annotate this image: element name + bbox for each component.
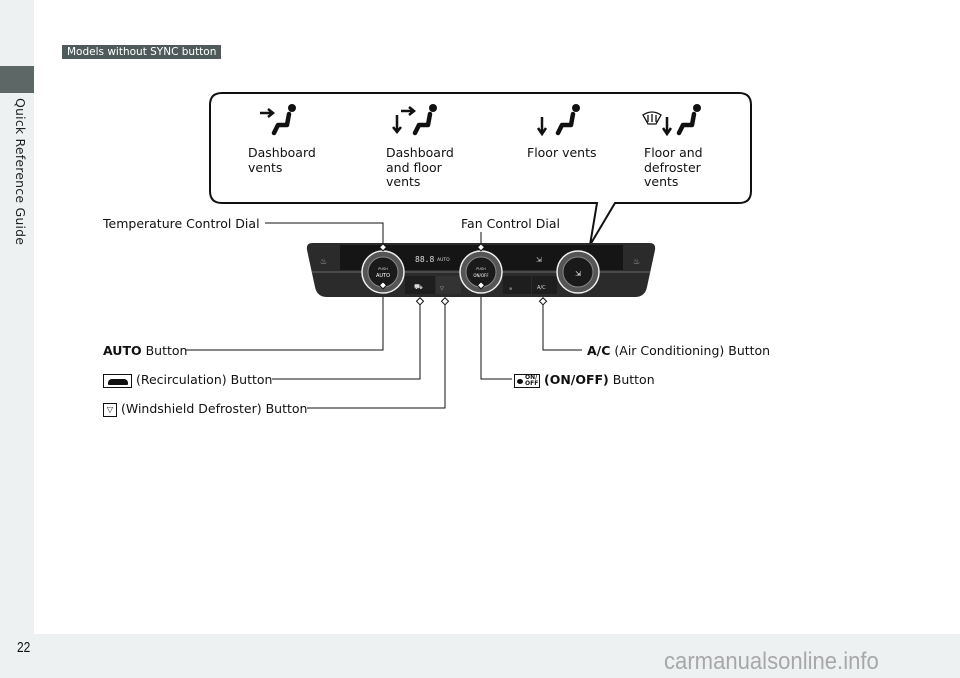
svg-text:⇲: ⇲	[575, 270, 581, 278]
defroster-button-icon: ▽	[440, 286, 444, 292]
recirculation-icon	[103, 373, 132, 388]
recirculation-button-icon: ⛟	[414, 283, 423, 291]
mode-indicator-icon: ⇲	[536, 256, 542, 264]
left-dial-label: AUTO	[376, 273, 390, 279]
ac-button-label: A/C	[537, 285, 546, 291]
vent-label-floor-defroster: Floor and defroster vents	[644, 145, 703, 189]
temperature-dial-label: Temperature Control Dial	[103, 216, 260, 231]
seat-heater-right-icon: ♨	[633, 257, 640, 266]
vent-label-floor: Floor vents	[527, 145, 597, 160]
diagram-lines: ♨ ♨ 88.8 AUTO ⇲ ⛟ A/C ▽ ≋ PUSH AUTO PUSH…	[186, 92, 752, 409]
onoff-leader	[480, 286, 512, 380]
center-dial-push: PUSH	[476, 267, 486, 271]
seat-heater-left-icon: ♨	[320, 257, 327, 266]
onoff-button-label: ON/OFF (ON/OFF) Button	[514, 372, 655, 388]
left-dial-push: PUSH	[378, 267, 388, 271]
recirculation-button-label: (Recirculation) Button	[103, 372, 272, 388]
center-dial-label: ON/OFF	[473, 273, 489, 278]
recirc-leader	[272, 302, 421, 380]
defroster-button-label: ▽ (Windshield Defroster) Button	[103, 401, 307, 417]
defrost-leader	[307, 302, 446, 409]
rear-defroster-icon: ≋	[509, 286, 512, 291]
mode-control-dial: ⇲	[556, 250, 600, 294]
auto-indicator: AUTO	[437, 257, 450, 263]
vent-label-dashboard-floor: Dashboard and floor vents	[386, 145, 454, 189]
vent-label-dashboard: Dashboard vents	[248, 145, 316, 175]
windshield-defroster-icon: ▽	[103, 402, 117, 417]
temp-display: 88.8	[415, 255, 434, 264]
ac-button-label: A/C (Air Conditioning) Button	[587, 343, 771, 358]
ac-leader	[542, 302, 582, 351]
auto-button-label: AUTO Button	[103, 343, 188, 358]
fan-dial-label: Fan Control Dial	[461, 216, 560, 231]
climate-control-panel: ♨ ♨ 88.8 AUTO ⇲ ⛟ A/C ▽ ≋ PUSH AUTO PUSH…	[306, 243, 656, 306]
fan-onoff-icon: ON/OFF	[514, 373, 540, 388]
